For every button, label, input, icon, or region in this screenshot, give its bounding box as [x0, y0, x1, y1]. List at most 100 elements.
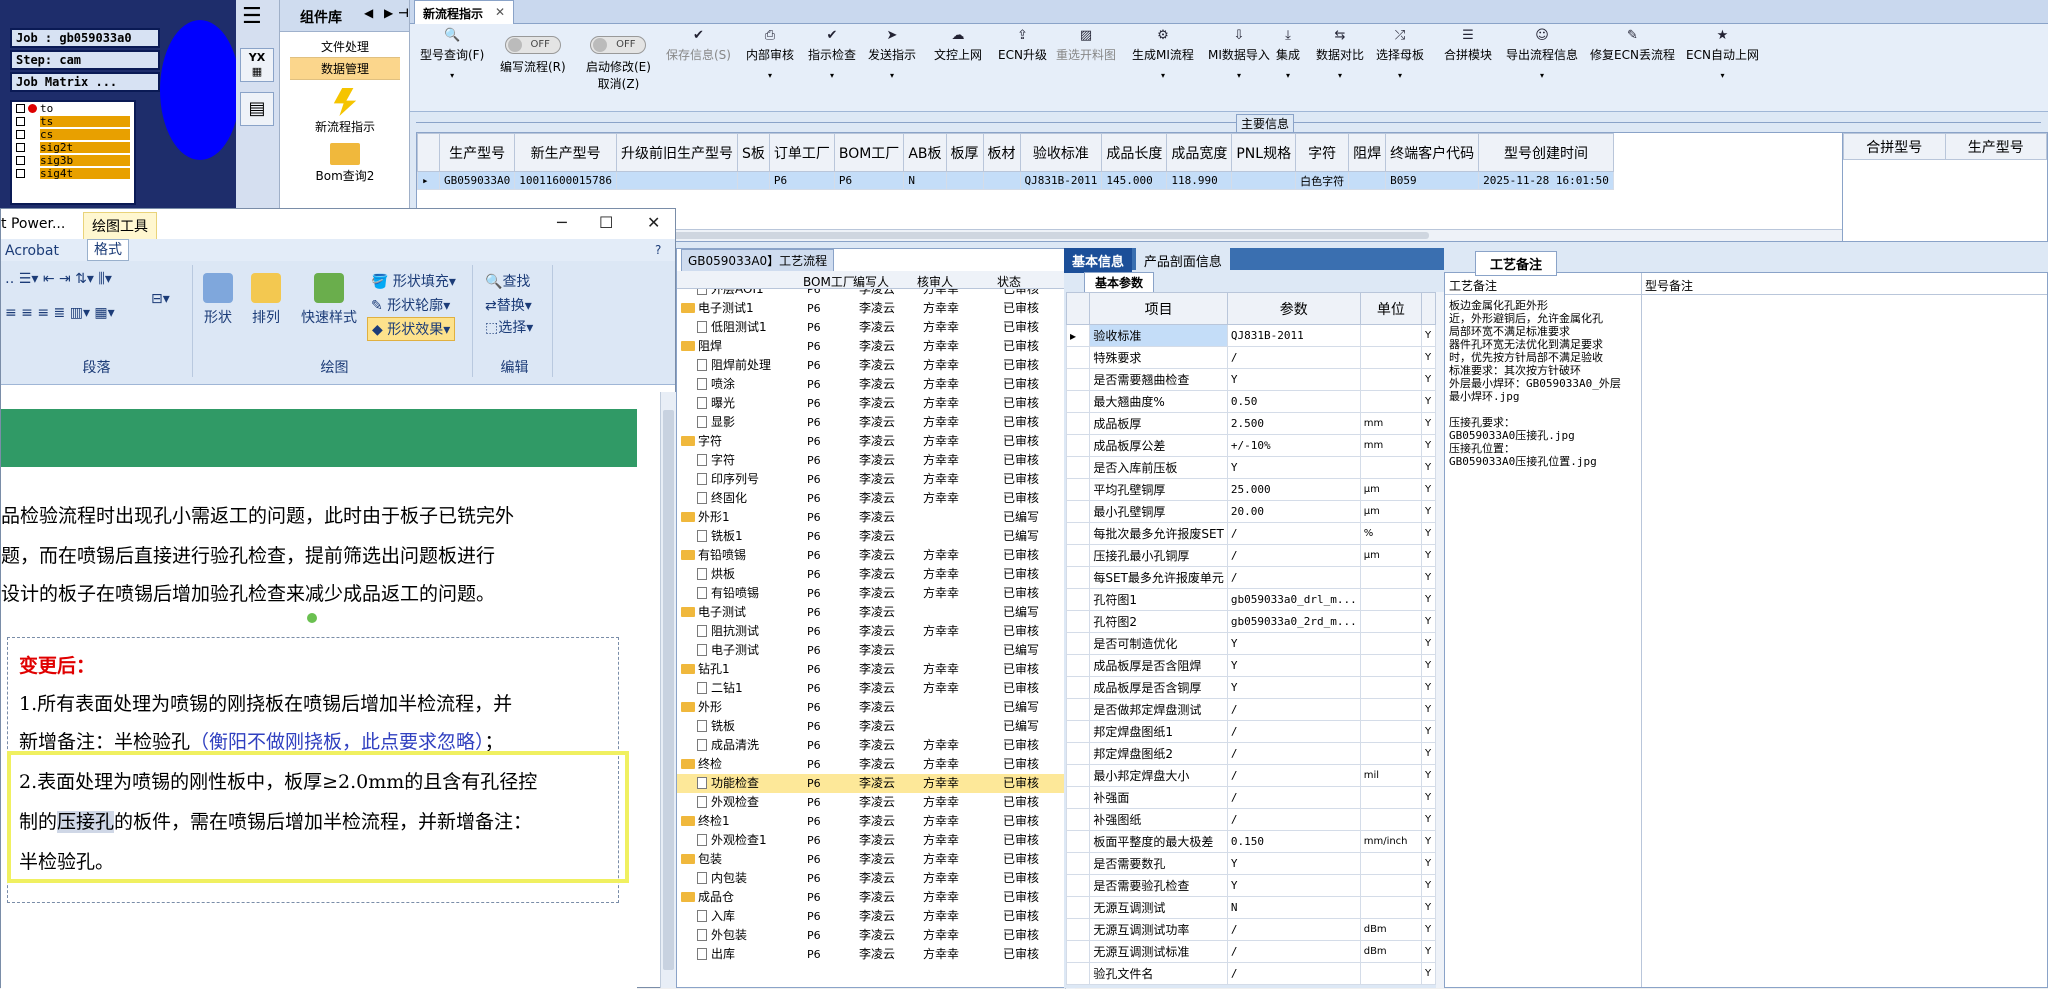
side-grid-col-header[interactable]: 合拼型号 [1843, 133, 1946, 160]
main-grid-col-header[interactable]: 板材 [982, 133, 1021, 172]
table-row[interactable]: 成品板厚公差 +/-10% mm Y [1066, 434, 1436, 457]
table-row[interactable]: 是否可制造优化 Y Y [1066, 632, 1436, 655]
param-value[interactable]: / [1226, 918, 1361, 941]
table-row[interactable]: 板面平整度的最大极差 0.150 mm/inch Y [1066, 830, 1436, 853]
checkbox-icon[interactable] [16, 156, 25, 165]
cam-layer-row[interactable]: cs [12, 128, 134, 141]
close-icon[interactable]: ✕ [495, 5, 505, 19]
tree-row[interactable]: 外形1 P6 李凌云 已编写 [677, 508, 1067, 527]
main-grid-col-header[interactable]: 型号创建时间 [1478, 133, 1614, 172]
param-value[interactable]: / [1226, 566, 1361, 589]
table-row[interactable]: ▸ GB059033A0 10011600015786 P6 P6 N QJ831B-201… [417, 171, 1614, 190]
select-button[interactable]: ⬚选择▾ [485, 317, 533, 337]
bom-query-tile[interactable]: Bom查询2 [290, 143, 400, 184]
param-value[interactable]: gb059033a0_2rd_m... [1226, 610, 1361, 633]
tree-col-header[interactable]: BOM工厂 [803, 273, 855, 290]
shapes-button[interactable]: 形状 [203, 273, 233, 327]
param-value[interactable]: / [1226, 544, 1361, 567]
main-grid-col-header[interactable]: 成品宽度 [1166, 133, 1233, 172]
table-row[interactable]: 成品板厚 2.500 mm Y [1066, 412, 1436, 435]
table-row[interactable]: 无源互调测试标准 / dBm Y [1066, 940, 1436, 963]
main-grid-col-header[interactable]: 升级前旧生产型号 [615, 133, 738, 172]
param-value[interactable]: 0.50 [1226, 390, 1361, 413]
dropdown-arrow-icon[interactable]: ▾ [1686, 71, 1759, 80]
table-row[interactable]: 每批次最多允许报废SET /% Y [1066, 522, 1436, 545]
param-value[interactable]: Y [1226, 368, 1361, 391]
ribbon-button-9[interactable]: ▨ 重选开料图 [1056, 28, 1116, 63]
param-value[interactable]: / [1226, 808, 1361, 831]
table-row[interactable]: 孔符图2 gb059033a0_2rd_m... Y [1066, 610, 1436, 633]
complib-item-file[interactable]: 文件处理 [290, 36, 400, 58]
table-row[interactable]: 补强面 / Y [1066, 786, 1436, 809]
tree-row[interactable]: 外观检查1 P6 李凌云 方幸幸 已审核 [677, 831, 1067, 850]
params-col-header[interactable]: 项目 [1089, 292, 1228, 325]
find-button[interactable]: 🔍查找 [485, 271, 530, 291]
main-grid-cell[interactable]: 白色字符 [1295, 171, 1350, 190]
dropdown-arrow-icon[interactable]: ▾ [808, 71, 856, 80]
tree-row[interactable]: 外观检查 P6 李凌云 方幸幸 已审核 [677, 793, 1067, 812]
checkbox-icon[interactable] [16, 130, 25, 139]
table-row[interactable]: 无源互调测试功率 / dBm Y [1066, 918, 1436, 941]
cam-layer-row[interactable]: ts [12, 115, 134, 128]
tree-row[interactable]: 阻焊 P6 李凌云 方幸幸 已审核 [677, 337, 1067, 356]
rotate-handle[interactable] [307, 613, 317, 623]
menu-icon[interactable]: ☰ [242, 4, 262, 29]
tree-row[interactable]: 电子测试1 P6 李凌云 方幸幸 已审核 [677, 299, 1067, 318]
quick-styles-button[interactable]: 快速样式 [301, 273, 357, 327]
main-grid-cell[interactable]: 145.000 [1101, 171, 1168, 190]
ribbon-button-13[interactable]: ⇆ 数据对比 ▾ [1316, 28, 1364, 80]
replace-button[interactable]: ⇄替换▾ [485, 295, 532, 315]
tree-row[interactable]: 电子测试 P6 李凌云 已编写 [677, 603, 1067, 622]
tree-row[interactable]: 有铅喷锡 P6 李凌云 方幸幸 已审核 [677, 546, 1067, 565]
arrange-button[interactable]: 排列 [251, 273, 281, 327]
prev-icon[interactable]: ◀ [364, 6, 373, 20]
table-row[interactable]: 成品板厚是否含阻焊 Y Y [1066, 654, 1436, 677]
tree-row[interactable]: 阻抗测试 P6 李凌云 方幸幸 已审核 [677, 622, 1067, 641]
ribbon-button-sublabel[interactable]: 取消(Z) [598, 77, 640, 91]
param-value[interactable]: 0.150 [1226, 830, 1361, 853]
main-grid-col-header[interactable]: S板 [736, 133, 770, 172]
ribbon-button-18[interactable]: ★ ECN自动上网 ▾ [1686, 28, 1759, 80]
main-grid-cell[interactable] [1231, 171, 1297, 190]
table-row[interactable]: 特殊要求 / Y [1066, 346, 1436, 369]
minimize-icon[interactable]: ─ [557, 213, 567, 232]
ribbon-button-2[interactable]: OFF 启动修改(E) 取消(Z) [586, 28, 651, 92]
ribbon-button-1[interactable]: OFF 编写流程(R) [500, 28, 566, 75]
cam-layer-row[interactable]: to [12, 102, 134, 115]
tree-row[interactable]: 终检 P6 李凌云 方幸幸 已审核 [677, 755, 1067, 774]
param-value[interactable]: / [1226, 698, 1361, 721]
main-grid-col-header[interactable]: 成品长度 [1101, 133, 1168, 172]
main-grid-cell[interactable]: 118.990 [1166, 171, 1233, 190]
ribbon-button-3[interactable]: ✔ 保存信息(S) [666, 28, 731, 63]
tree-row[interactable]: 字符 P6 李凌云 方幸幸 已审核 [677, 432, 1067, 451]
align-icon[interactable]: ≡ ≡ ≡ ≣ ▥▾ ▦▾ [5, 305, 115, 321]
checkbox-icon[interactable] [16, 117, 25, 126]
tree-row[interactable]: 出库 P6 李凌云 方幸幸 已审核 [677, 945, 1067, 964]
pin-icon[interactable]: ⊣ [398, 6, 409, 20]
checkbox-icon[interactable] [16, 104, 25, 113]
ribbon-button-6[interactable]: ➤ 发送指示 ▾ [868, 28, 916, 80]
dropdown-arrow-icon[interactable]: ▾ [868, 71, 916, 80]
tree-row[interactable]: 终检1 P6 李凌云 方幸幸 已审核 [677, 812, 1067, 831]
tree-row[interactable]: 显影 P6 李凌云 方幸幸 已审核 [677, 413, 1067, 432]
shape-fill-button[interactable]: 🪣 形状填充▾ [371, 271, 456, 291]
shape-outline-button[interactable]: ✎ 形状轮廓▾ [371, 295, 450, 315]
checkbox-icon[interactable] [16, 143, 25, 152]
param-value[interactable]: 20.00 [1226, 500, 1361, 523]
table-row[interactable]: 是否入库前压板 Y Y [1066, 456, 1436, 479]
main-grid-col-header[interactable]: 生产型号 [438, 133, 516, 172]
shape-effects-button[interactable]: ◆ 形状效果▾ [367, 317, 456, 341]
tree-row[interactable]: 外层AOI1 P6 李凌云 方幸幸 已审核 [677, 289, 1067, 299]
tree-row[interactable]: 喷涂 P6 李凌云 方幸幸 已审核 [677, 375, 1067, 394]
table-row[interactable]: 是否需要翘曲检查 Y Y [1066, 368, 1436, 391]
param-value[interactable]: / [1226, 962, 1361, 985]
help-icon[interactable]: ? [655, 243, 661, 257]
table-row[interactable]: 邦定焊盘图纸1/ Y [1066, 720, 1436, 743]
params-col-header[interactable]: 单位 [1359, 292, 1423, 325]
table-row[interactable]: 最大翘曲度% 0.50 Y [1066, 390, 1436, 413]
table-row[interactable]: 平均孔壁铜厚 25.000 μm Y [1066, 478, 1436, 501]
ribbon-button-14[interactable]: ⤮ 选择母板 ▾ [1376, 28, 1424, 80]
table-row[interactable]: 最小邦定焊盘大小 / mil Y [1066, 764, 1436, 787]
param-value[interactable]: Y [1226, 632, 1361, 655]
main-grid-col-header[interactable]: 订单工厂 [768, 133, 835, 172]
